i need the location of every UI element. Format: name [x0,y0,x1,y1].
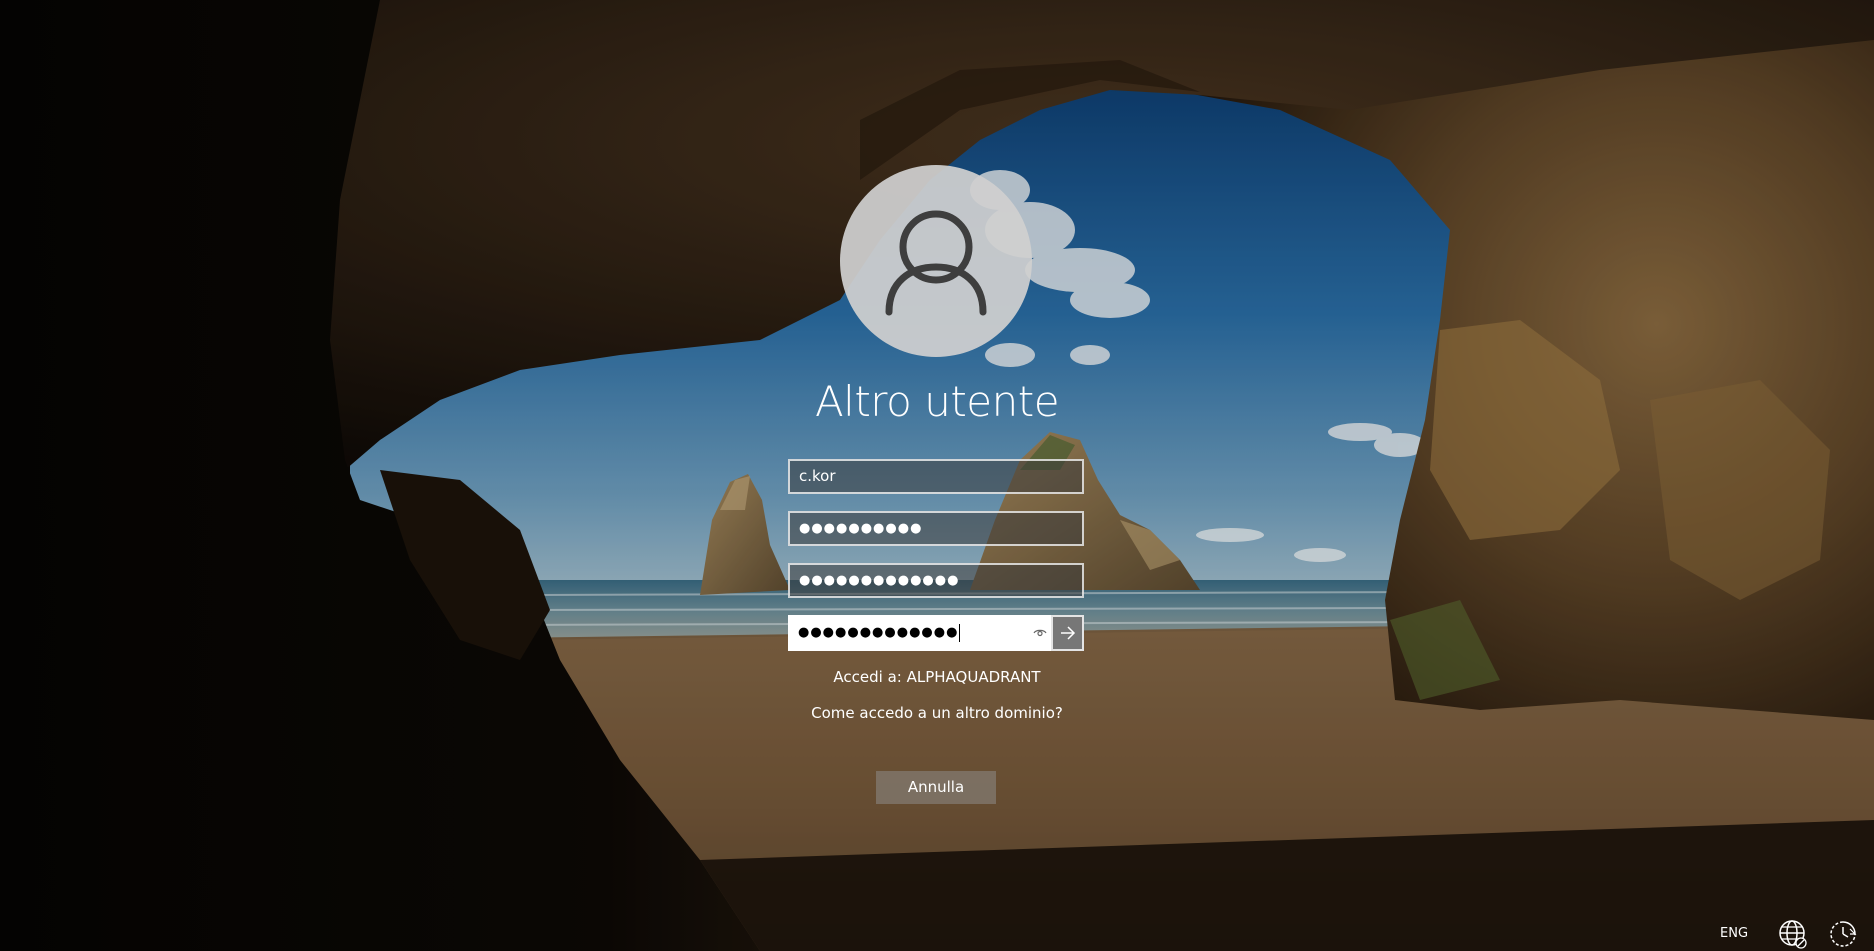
user-avatar [840,165,1032,357]
confirm-password-value: ●●●●●●●●●●●●● [798,623,961,642]
eye-icon [1033,629,1047,637]
submit-button[interactable] [1051,615,1084,651]
ease-of-access-button[interactable] [1826,918,1860,950]
arrow-right-icon [1060,626,1075,640]
username-input[interactable]: c.kor [788,459,1084,494]
globe-network-icon [1779,920,1807,949]
other-domain-link[interactable]: Come accedo a un altro dominio? [737,702,1137,724]
text-caret [959,623,961,642]
sign-in-domain: Accedi a: ALPHAQUADRANT [833,668,1041,686]
new-password-input[interactable]: ●●●●●●●●●●●●● [788,563,1084,598]
input-language-indicator[interactable]: ENG [1720,925,1748,943]
password-input[interactable]: ●●●●●●●●●● [788,511,1084,546]
confirm-password-input[interactable]: ●●●●●●●●●●●●● [788,615,1084,651]
cancel-button[interactable]: Annulla [876,771,996,804]
network-button[interactable] [1776,918,1810,950]
reveal-password-button[interactable] [1028,621,1052,645]
ease-of-access-icon [1830,921,1857,947]
login-screen: Altro utente c.kor ●●●●●●●●●● ●●●●●●●●●●… [0,0,1874,951]
user-silhouette-icon [885,210,987,316]
account-title: Altro utente [814,377,1060,426]
